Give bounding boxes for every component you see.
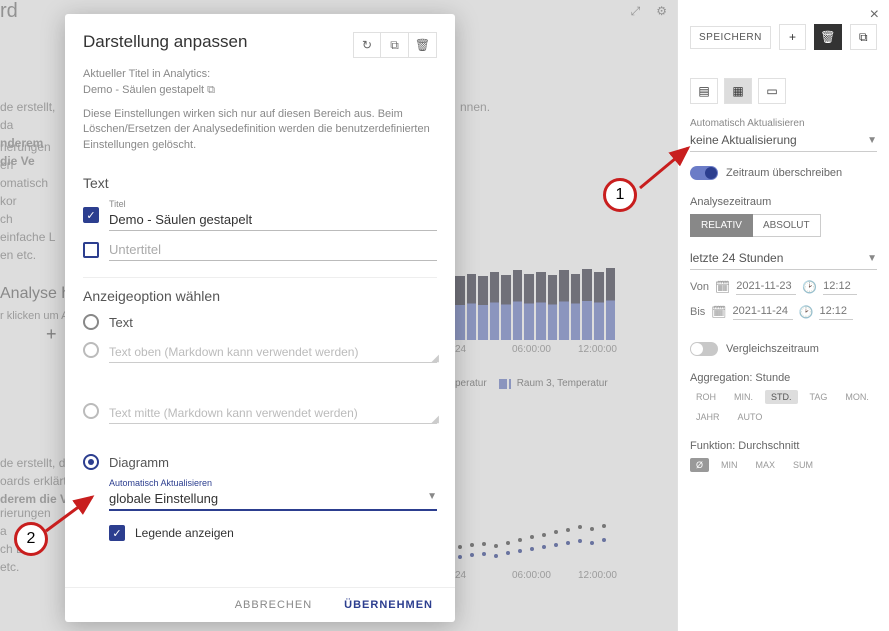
subtitle-checkbox[interactable] (83, 242, 99, 258)
clock-icon[interactable]: 🕑 (799, 305, 814, 319)
function-options: Ø MIN MAX SUM (690, 458, 877, 472)
cancel-button[interactable]: ABBRECHEN (229, 598, 318, 612)
widget-auto-refresh-select[interactable]: globale Einstellung▼ (109, 488, 437, 511)
calendar-icon[interactable]: 🗓 (715, 280, 730, 294)
range-select[interactable]: letzte 24 Stunden▼ (690, 247, 877, 270)
analysis-period-heading: Analysezeitraum (690, 196, 877, 208)
refresh-icon[interactable]: ↻ (353, 32, 381, 58)
compare-label: Vergleichszeitraum (726, 343, 819, 355)
aggregation-heading: Aggregation: Stunde (690, 372, 877, 384)
properties-sidebar: × SPEICHERN + 🗑 ⧉ ▤ ▦ ▭ Automatisch Aktu… (677, 0, 889, 631)
section-text-heading: Text (83, 169, 437, 191)
copy-icon[interactable]: ⧉ (381, 32, 409, 58)
aggregation-options: ROH MIN. STD. TAG MON. JAHR AUTO (690, 390, 877, 424)
widget-auto-refresh-label: Automatisch Aktualisieren (109, 478, 437, 488)
display-settings-modal: Darstellung anpassen ↻ ⧉ 🗑 Aktueller Tit… (65, 14, 455, 622)
clock-icon[interactable]: 🕑 (802, 280, 817, 294)
delete-icon[interactable]: 🗑 (409, 32, 437, 58)
close-icon[interactable]: × (870, 6, 879, 24)
title-field-label: Titel (109, 199, 437, 209)
add-button[interactable]: + (779, 24, 806, 50)
from-row: Von 🗓 2021-11-23 🕑 12:12 (690, 278, 877, 295)
copy-button[interactable]: ⧉ (850, 24, 877, 50)
text-top-textarea[interactable]: Text oben (Markdown kann verwendet werde… (109, 342, 437, 363)
modal-note: Diese Einstellungen wirken sich nur auf … (83, 107, 437, 153)
seg-relative[interactable]: RELATIV (690, 214, 753, 237)
to-time[interactable]: 12:12 (819, 303, 853, 320)
option-text-label: Text (109, 315, 133, 330)
from-time[interactable]: 12:12 (823, 278, 857, 295)
override-range-label: Zeitraum überschreiben (726, 167, 842, 179)
option-diagram-label: Diagramm (109, 455, 169, 470)
function-heading: Funktion: Durchschnitt (690, 440, 877, 452)
meta-label: Aktueller Titel in Analytics: (83, 68, 437, 80)
compare-toggle[interactable] (690, 342, 718, 356)
view-card-icon[interactable]: ▭ (758, 78, 786, 104)
view-list-icon[interactable]: ▤ (690, 78, 718, 104)
save-button[interactable]: SPEICHERN (690, 26, 771, 49)
auto-refresh-label: Automatisch Aktualisieren (690, 118, 877, 129)
apply-button[interactable]: ÜBERNEHMEN (338, 598, 439, 612)
seg-absolute[interactable]: ABSOLUT (753, 214, 821, 237)
legend-label: Legende anzeigen (135, 526, 234, 540)
view-grid-icon[interactable]: ▦ (724, 78, 752, 104)
subtitle-input[interactable] (109, 239, 437, 261)
delete-button[interactable]: 🗑 (814, 24, 841, 50)
to-date[interactable]: 2021-11-24 (733, 303, 793, 320)
option-diagram-radio[interactable] (83, 454, 99, 470)
text-mid-textarea[interactable]: Text mitte (Markdown kann verwendet werd… (109, 403, 437, 424)
option-text-radio[interactable] (83, 314, 99, 330)
auto-refresh-select[interactable]: keine Aktualisierung▼ (690, 129, 877, 152)
to-row: Bis 🗓 2021-11-24 🕑 12:12 (690, 303, 877, 320)
period-mode-segment: RELATIV ABSOLUT (690, 214, 821, 237)
from-date[interactable]: 2021-11-23 (736, 278, 796, 295)
title-checkbox[interactable] (83, 207, 99, 223)
section-display-heading: Anzeigeoption wählen (83, 277, 437, 304)
annotation-arrow-2 (42, 487, 102, 537)
legend-checkbox[interactable] (109, 525, 125, 541)
calendar-icon[interactable]: 🗓 (711, 305, 726, 319)
analytics-link[interactable]: Demo - Säulen gestapelt ⧉ (83, 84, 215, 96)
modal-title: Darstellung anpassen (83, 32, 247, 52)
annotation-2: 2 (14, 522, 48, 556)
annotation-1: 1 (603, 178, 637, 212)
title-input[interactable] (109, 209, 437, 231)
annotation-arrow-1 (630, 140, 700, 200)
